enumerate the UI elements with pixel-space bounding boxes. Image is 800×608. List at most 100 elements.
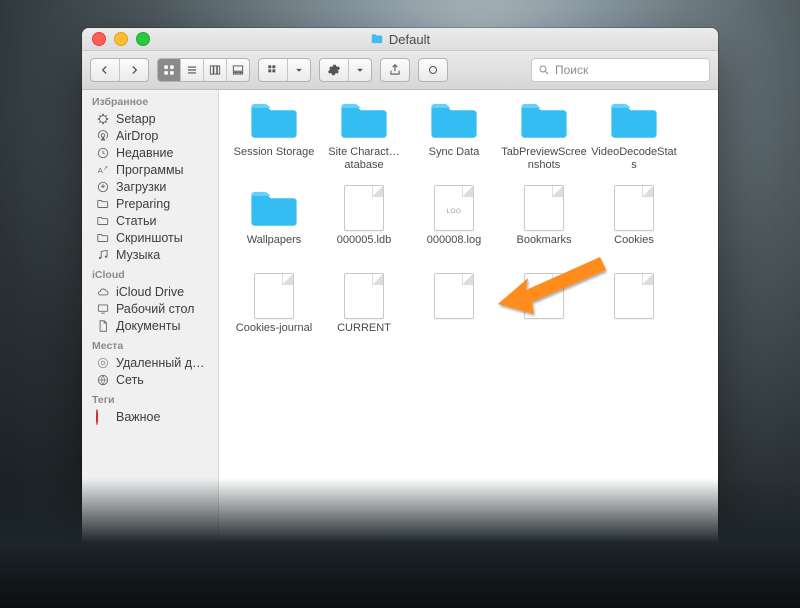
- view-gallery-button[interactable]: [227, 59, 249, 81]
- file-icon: [606, 274, 662, 318]
- sidebar-item-label: Недавние: [116, 146, 173, 160]
- sidebar-item[interactable]: Сеть: [82, 371, 218, 388]
- sidebar-item-label: Музыка: [116, 248, 160, 262]
- sidebar-item[interactable]: Недавние: [82, 144, 218, 161]
- view-icons-button[interactable]: [158, 59, 181, 81]
- finder-window: Default: [82, 28, 718, 563]
- file-icon: [516, 274, 572, 318]
- sidebar-item-label: Рабочий стол: [116, 302, 194, 316]
- sidebar-item[interactable]: Статьи: [82, 212, 218, 229]
- downloads-icon: [96, 180, 110, 194]
- item-label: Bookmarks: [501, 234, 587, 247]
- file-icon: [336, 274, 392, 318]
- chevron-down-icon: [349, 59, 371, 81]
- sidebar-group-header: Избранное: [82, 90, 218, 110]
- sidebar-item-label: Статьи: [116, 214, 157, 228]
- sidebar-item[interactable]: Preparing: [82, 195, 218, 212]
- sidebar-item-label: Setapp: [116, 112, 156, 126]
- sidebar-item-label: Скриншоты: [116, 231, 183, 245]
- item-label: Site Charact…atabase: [321, 146, 407, 171]
- file-item[interactable]: [499, 274, 589, 362]
- view-list-button[interactable]: [181, 59, 204, 81]
- toolbar: Поиск: [82, 51, 718, 90]
- sidebar-item-label: Сеть: [116, 373, 144, 387]
- chevron-down-icon: [288, 59, 310, 81]
- file-item[interactable]: 000005.ldb: [319, 186, 409, 274]
- sidebar-item[interactable]: Удаленный д…: [82, 354, 218, 371]
- nav-buttons: [90, 58, 149, 82]
- file-item[interactable]: LOG 000008.log: [409, 186, 499, 274]
- sidebar-item-label: Документы: [116, 319, 180, 333]
- airdrop-icon: [96, 129, 110, 143]
- item-label: Cookies: [591, 234, 677, 247]
- window-title: Default: [82, 32, 718, 47]
- file-item[interactable]: Cookies-journal: [229, 274, 319, 362]
- file-icon: [246, 274, 302, 318]
- sidebar-item[interactable]: AПрограммы: [82, 161, 218, 178]
- folder-icon: [246, 98, 302, 142]
- item-label: 000008.log: [411, 234, 497, 247]
- sidebar-group-header: Места: [82, 334, 218, 354]
- folder-item[interactable]: Site Charact…atabase: [319, 98, 409, 186]
- view-switcher: [157, 58, 250, 82]
- apps-icon: A: [96, 163, 110, 177]
- file-icon: [426, 274, 482, 318]
- sidebar-item[interactable]: Загрузки: [82, 178, 218, 195]
- sidebar-item[interactable]: Скриншоты: [82, 229, 218, 246]
- sidebar-item[interactable]: Рабочий стол: [82, 300, 218, 317]
- sidebar-item[interactable]: Setapp: [82, 110, 218, 127]
- folder-item[interactable]: Sync Data: [409, 98, 499, 186]
- item-label: CURRENT: [321, 322, 407, 335]
- file-item[interactable]: [409, 274, 499, 362]
- folder-item[interactable]: TabPreviewScreenshots: [499, 98, 589, 186]
- folder-item[interactable]: VideoDecodeStats: [589, 98, 679, 186]
- file-icon: [606, 186, 662, 230]
- file-grid[interactable]: Session Storage Site Charact…atabase Sync …: [219, 90, 718, 563]
- file-item[interactable]: [589, 274, 679, 362]
- tags-button[interactable]: [418, 58, 448, 82]
- forward-button[interactable]: [120, 59, 148, 81]
- icloud-icon: [96, 285, 110, 299]
- sidebar-item-label: Загрузки: [116, 180, 166, 194]
- remote-icon: [96, 356, 110, 370]
- folder-icon: [370, 32, 384, 46]
- folder-icon: [246, 186, 302, 230]
- item-label: Session Storage: [231, 146, 317, 159]
- sidebar-item[interactable]: Важное: [82, 408, 218, 425]
- arrange-menu[interactable]: [258, 58, 311, 82]
- folder-item[interactable]: Wallpapers: [229, 186, 319, 274]
- back-button[interactable]: [91, 59, 120, 81]
- action-menu[interactable]: [319, 58, 372, 82]
- recent-icon: [96, 146, 110, 160]
- item-label: Cookies-journal: [231, 322, 317, 335]
- svg-text:A: A: [98, 165, 104, 174]
- sidebar-item[interactable]: Документы: [82, 317, 218, 334]
- setapp-icon: [96, 112, 110, 126]
- item-label: VideoDecodeStats: [591, 146, 677, 171]
- sidebar-item[interactable]: iCloud Drive: [82, 283, 218, 300]
- sidebar-group-header: Теги: [82, 388, 218, 408]
- folder-icon: [426, 98, 482, 142]
- titlebar[interactable]: Default: [82, 28, 718, 51]
- file-item[interactable]: Bookmarks: [499, 186, 589, 274]
- folder-icon: [96, 197, 110, 211]
- folder-icon: [96, 231, 110, 245]
- file-item[interactable]: Cookies: [589, 186, 679, 274]
- share-button[interactable]: [380, 58, 410, 82]
- folder-icon: [96, 214, 110, 228]
- file-item[interactable]: CURRENT: [319, 274, 409, 362]
- sidebar: Избранное Setapp AirDrop НедавниеAПрограммы…: [82, 90, 219, 563]
- item-label: Sync Data: [411, 146, 497, 159]
- search-input[interactable]: Поиск: [531, 58, 710, 82]
- folder-icon: [336, 98, 392, 142]
- sidebar-item-label: AirDrop: [116, 129, 158, 143]
- item-label: Wallpapers: [231, 234, 317, 247]
- search-placeholder: Поиск: [555, 63, 588, 77]
- desktop-icon: [96, 302, 110, 316]
- file-icon: LOG: [426, 186, 482, 230]
- file-icon: [336, 186, 392, 230]
- folder-item[interactable]: Session Storage: [229, 98, 319, 186]
- sidebar-item[interactable]: Музыка: [82, 246, 218, 263]
- view-columns-button[interactable]: [204, 59, 227, 81]
- sidebar-item[interactable]: AirDrop: [82, 127, 218, 144]
